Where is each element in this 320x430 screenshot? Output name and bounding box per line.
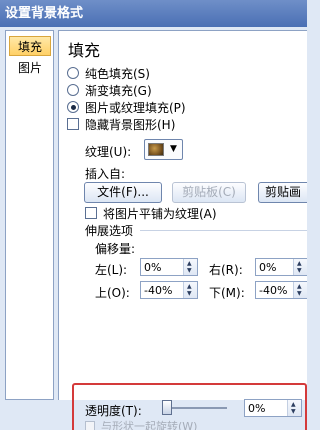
top-offset-spinner[interactable]: -40% ▲ ▼: [140, 281, 198, 299]
window-title: 设置背景格式: [0, 0, 307, 27]
top-offset-value[interactable]: -40%: [144, 284, 172, 297]
right-offset-value[interactable]: 0%: [259, 261, 276, 274]
texture-label: 纹理(U):: [85, 145, 132, 159]
section-heading: 填充: [68, 41, 101, 60]
tile-as-texture-checkbox[interactable]: [85, 207, 97, 219]
rotate-with-shape-label: 与形状一起旋转(W): [101, 420, 198, 430]
gradient-fill-radio[interactable]: [67, 84, 79, 96]
bottom-offset-label: 下(M):: [209, 286, 245, 300]
left-offset-label: 左(L):: [95, 263, 128, 277]
chevron-down-icon: ▼: [170, 144, 177, 154]
spinner-arrows[interactable]: ▲ ▼: [293, 282, 307, 298]
category-nav: 填充 图片: [5, 30, 54, 400]
solid-fill-radio[interactable]: [67, 67, 79, 79]
insert-from-label: 插入自:: [85, 167, 126, 181]
spinner-arrows[interactable]: ▲ ▼: [183, 282, 197, 298]
transparency-label: 透明度(T):: [85, 404, 142, 418]
gradient-fill-label[interactable]: 渐变填充(G): [85, 82, 152, 99]
spinner-arrows[interactable]: ▲ ▼: [183, 259, 197, 275]
hide-background-label[interactable]: 隐藏背景图形(H): [85, 116, 175, 133]
transparency-value[interactable]: 0%: [248, 402, 265, 415]
clipboard-button[interactable]: 剪贴板(C): [172, 182, 246, 203]
nav-item-fill[interactable]: 填充: [9, 36, 51, 56]
hide-background-checkbox[interactable]: [67, 118, 79, 130]
bottom-offset-value[interactable]: -40%: [259, 284, 287, 297]
texture-dropdown[interactable]: ▼: [144, 139, 183, 160]
spinner-arrows[interactable]: ▲ ▼: [287, 400, 301, 416]
spinner-arrows[interactable]: ▲ ▼: [293, 259, 307, 275]
right-offset-label: 右(R):: [209, 263, 243, 277]
picture-fill-label[interactable]: 图片或纹理填充(P): [85, 99, 186, 116]
left-offset-value[interactable]: 0%: [144, 261, 161, 274]
bottom-offset-spinner[interactable]: -40% ▲ ▼: [255, 281, 307, 299]
nav-item-picture[interactable]: 图片: [9, 58, 51, 78]
transparency-slider-track[interactable]: [165, 407, 227, 409]
clipart-button[interactable]: 剪贴画: [258, 182, 307, 203]
top-offset-label: 上(O):: [95, 286, 130, 300]
picture-fill-radio[interactable]: [67, 101, 79, 113]
texture-preview-icon: [148, 143, 164, 156]
stretch-options-label: 伸展选项: [85, 224, 134, 238]
section-divider: [140, 230, 307, 231]
left-offset-spinner[interactable]: 0% ▲ ▼: [140, 258, 198, 276]
file-button[interactable]: 文件(F)...: [84, 182, 162, 203]
rotate-with-shape-checkbox[interactable]: [85, 421, 95, 430]
right-offset-spinner[interactable]: 0% ▲ ▼: [255, 258, 307, 276]
offset-label: 偏移量:: [95, 242, 136, 256]
transparency-slider-thumb[interactable]: [162, 400, 172, 415]
tile-as-texture-label[interactable]: 将图片平铺为纹理(A): [103, 205, 217, 222]
solid-fill-label[interactable]: 纯色填充(S): [85, 65, 150, 82]
transparency-spinner[interactable]: 0% ▲ ▼: [244, 399, 302, 417]
